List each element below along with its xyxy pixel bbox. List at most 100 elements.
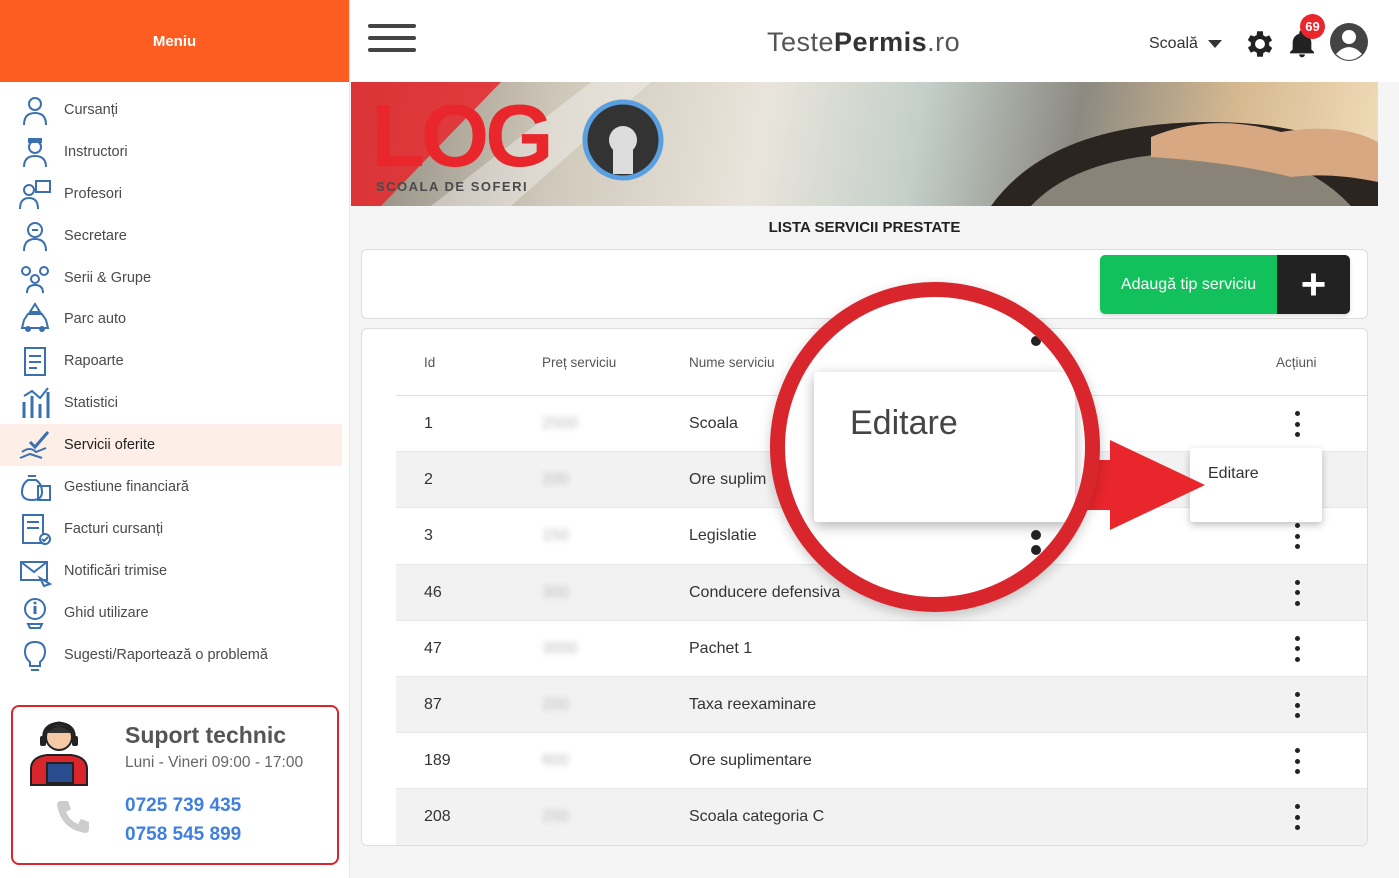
school-select[interactable]: Scoală [1149, 35, 1222, 53]
support-phone-2[interactable]: 0758 545 899 [125, 824, 241, 846]
invoice-icon [16, 510, 54, 548]
cell-id: 47 [424, 639, 442, 657]
cell-price: 2500 [542, 415, 578, 432]
groups-icon [16, 259, 54, 297]
header-actions: Acțiuni [1276, 355, 1317, 370]
sidebar-item-car[interactable]: Parc auto [0, 298, 349, 340]
sidebar-item-finance[interactable]: Gestiune financiară [0, 466, 349, 508]
teacher-icon [16, 175, 54, 213]
support-phone-1[interactable]: 0725 739 435 [125, 795, 241, 817]
topbar: TestePermis.ro Scoală 69 [350, 0, 1399, 82]
cell-name: Ore suplimentare [689, 752, 812, 770]
cell-name: Scoala [689, 415, 738, 432]
cell-price: 150 [542, 527, 569, 545]
cell-name: Taxa reexaminare [689, 696, 817, 713]
chevron-down-icon [1207, 39, 1222, 48]
sidebar-item-secretary[interactable]: Secretare [0, 215, 349, 257]
callout-arrow-icon [1080, 440, 1205, 530]
more-actions-icon[interactable] [1290, 748, 1304, 775]
sidebar-item-label: Statistici [64, 395, 118, 412]
instructor-icon [16, 133, 54, 171]
sidebar-item-label: Serii & Grupe [64, 269, 152, 286]
school-logo: LOG [371, 86, 554, 185]
page-title: LISTA SERVICII PRESTATE [768, 219, 961, 236]
support-box: Suport technic Luni - Vineri 09:00 - 17:… [11, 705, 339, 865]
cell-name: Scoala categoria C [689, 808, 825, 826]
cell-price: 200 [542, 471, 569, 489]
cell-id: 87 [424, 696, 442, 713]
sidebar-item-invoice[interactable]: Facturi cursanți [0, 508, 349, 550]
cell-id: 1 [424, 415, 433, 432]
cell-id: 3 [424, 527, 433, 545]
sidebar-item-label: Notificări trimise [64, 562, 168, 579]
sidebar-item-label: Cursanți [64, 101, 118, 118]
support-hours: Luni - Vineri 09:00 - 17:00 [125, 754, 304, 771]
header-name[interactable]: Nume serviciu [689, 355, 775, 370]
finance-icon [16, 468, 54, 506]
sidebar-item-stats[interactable]: Statistici [0, 382, 349, 424]
services-icon [16, 426, 54, 464]
guide-icon [16, 594, 54, 632]
sidebar-item-instructor[interactable]: Instructori [0, 131, 349, 173]
table-row: 189 600 Ore suplimentare [396, 733, 1367, 790]
more-actions-icon[interactable] [1290, 411, 1304, 437]
school-logo-subtitle: SCOALA DE SOFERI [376, 179, 529, 194]
notification-badge: 69 [1300, 14, 1325, 39]
gear-icon[interactable] [1243, 27, 1277, 61]
menu-list: Cursanți Instructori Profesori Secretare Ser… [0, 82, 349, 675]
cell-name: Ore suplim [689, 471, 767, 489]
cell-price: 600 [542, 752, 569, 770]
stats-icon [16, 384, 54, 422]
sidebar-item-student[interactable]: Cursanți [0, 89, 349, 131]
table-row: 208 250 Scoala categoria C [396, 789, 1367, 845]
sidebar-item-label: Facturi cursanți [64, 520, 164, 537]
sidebar-item-label: Profesori [64, 185, 123, 202]
zoom-callout: Editare [770, 282, 1100, 612]
sidebar-item-label: Gestiune financiară [64, 478, 189, 495]
header-price[interactable]: Preț serviciu [542, 355, 616, 370]
sidebar-item-groups[interactable]: Serii & Grupe [0, 257, 349, 299]
add-service-type-button[interactable]: Adaugă tip serviciu + [1100, 255, 1350, 314]
header-id[interactable]: Id [424, 355, 435, 370]
sidebar-item-report[interactable]: Rapoarte [0, 340, 349, 382]
sidebar-item-bulb[interactable]: Sugesti/Raportează o problemă [0, 634, 349, 676]
sidebar-item-label: Secretare [64, 227, 127, 244]
car-icon [16, 300, 54, 338]
student-icon [16, 91, 54, 129]
more-actions-icon[interactable] [1290, 579, 1304, 606]
sidebar-item-teacher[interactable]: Profesori [0, 173, 349, 215]
sidebar: Meniu Cursanți Instructori Profesori Secret… [0, 0, 350, 878]
sidebar-item-label: Parc auto [64, 311, 127, 328]
notification-icon [16, 552, 54, 590]
cell-id: 46 [424, 583, 442, 601]
bulb-icon [16, 636, 54, 674]
more-actions-icon[interactable] [1290, 692, 1304, 718]
cell-price: 200 [542, 696, 569, 713]
hamburger-menu-icon[interactable] [368, 24, 416, 54]
user-avatar-icon[interactable] [1329, 22, 1369, 62]
sidebar-item-guide[interactable]: Ghid utilizare [0, 592, 349, 634]
report-icon [16, 342, 54, 380]
sidebar-item-label: Ghid utilizare [64, 604, 149, 621]
more-actions-icon[interactable] [1290, 804, 1304, 831]
school-banner: LOG SCOALA DE SOFERI [351, 82, 1378, 206]
sidebar-item-label: Instructori [64, 143, 128, 160]
sidebar-item-services[interactable]: Servicii oferite [0, 424, 342, 467]
zoom-more-icon-2 [1030, 530, 1042, 575]
sidebar-item-label: Sugesti/Raportează o problemă [64, 646, 268, 663]
support-agent-icon [30, 721, 88, 786]
more-actions-icon[interactable] [1290, 523, 1304, 550]
sidebar-item-notification[interactable]: Notificări trimise [0, 550, 349, 592]
menu-header: Meniu [0, 0, 349, 82]
cell-price: 300 [542, 583, 569, 601]
cell-price: 250 [542, 808, 569, 826]
zoom-dropdown: Editare [814, 372, 1075, 522]
cell-name: Pachet 1 [689, 639, 753, 657]
phone-icon [57, 801, 89, 833]
table-row: 47 3000 Pachet 1 [396, 621, 1367, 677]
secretary-icon [16, 217, 54, 255]
sidebar-item-label: Rapoarte [64, 353, 124, 370]
more-actions-icon[interactable] [1290, 635, 1304, 662]
sidebar-item-label: Servicii oferite [64, 437, 156, 454]
support-title: Suport technic [125, 722, 287, 748]
